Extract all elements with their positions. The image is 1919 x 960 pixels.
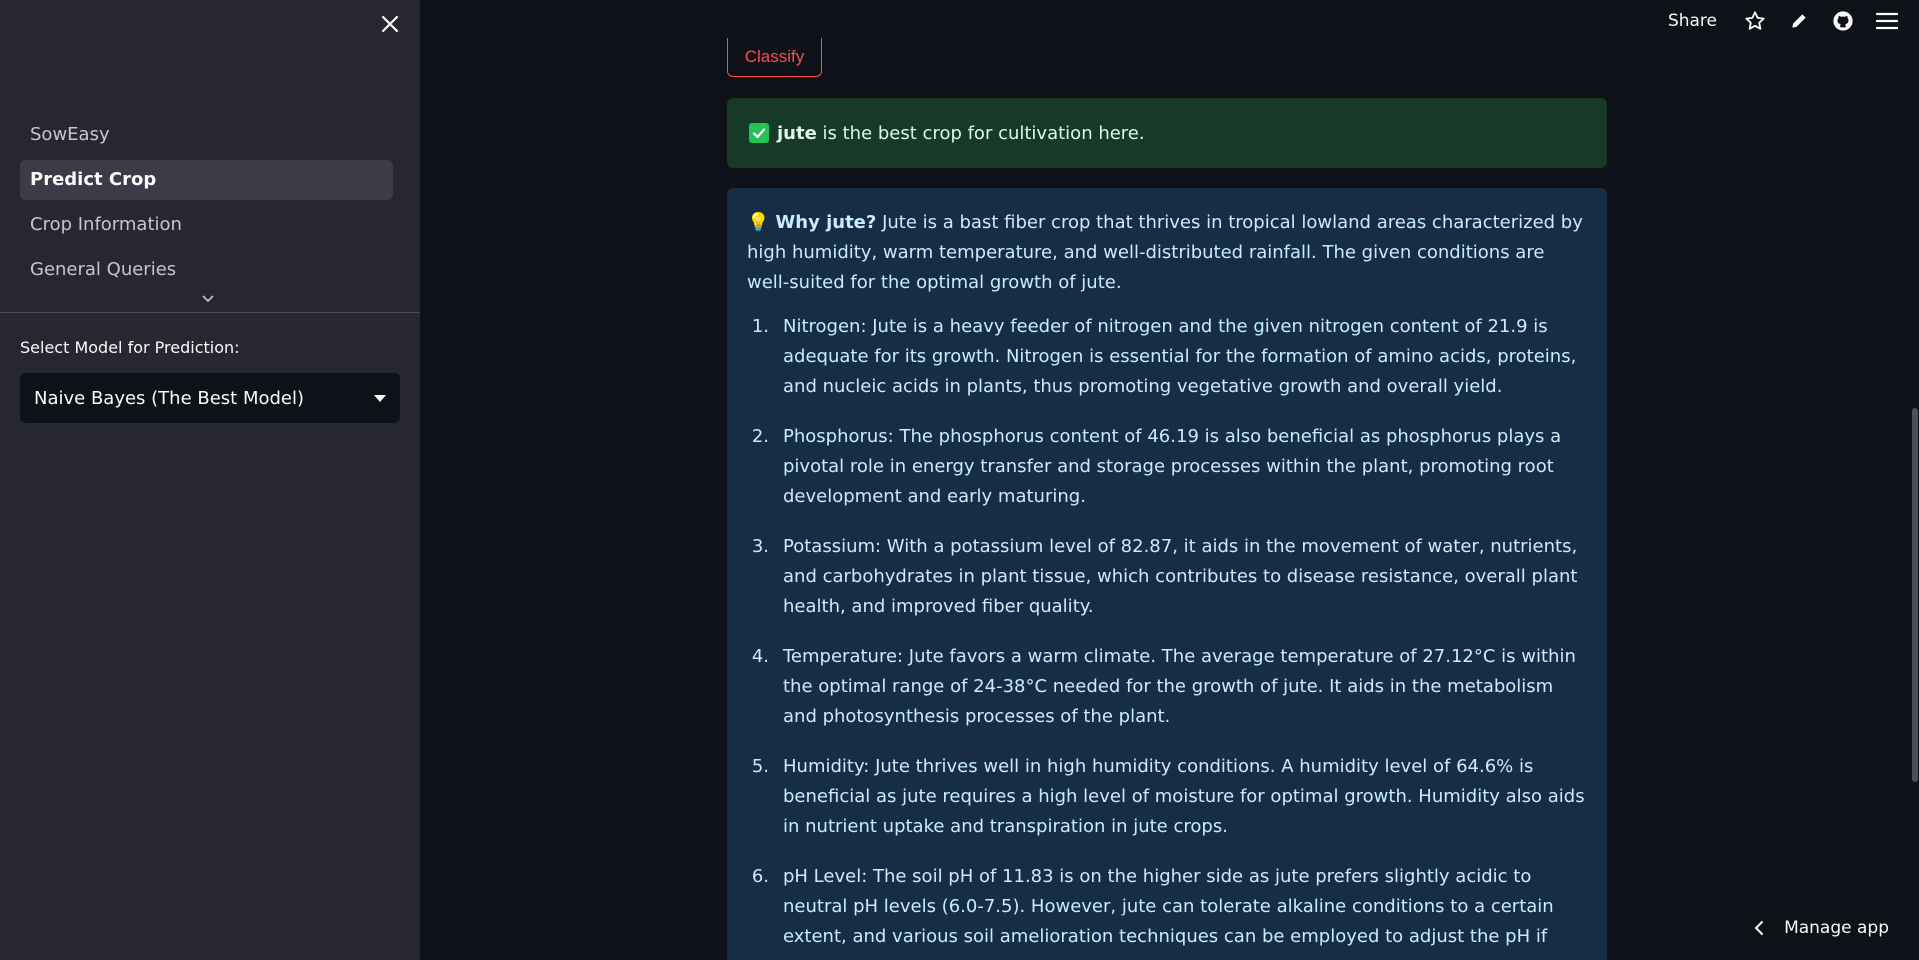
list-item-number: 4. bbox=[751, 646, 769, 667]
sidebar-item-soweasy[interactable]: SowEasy bbox=[20, 115, 393, 155]
scrollbar-thumb[interactable] bbox=[1912, 408, 1918, 782]
sidebar-item-general-queries[interactable]: General Queries bbox=[20, 250, 393, 290]
list-item-text: Nitrogen: Jute is a heavy feeder of nitr… bbox=[783, 316, 1577, 397]
sidebar-divider bbox=[0, 312, 420, 313]
edit-button[interactable] bbox=[1777, 0, 1821, 42]
chevron-down-icon bbox=[202, 295, 214, 303]
star-icon bbox=[1745, 11, 1765, 30]
success-alert: jute is the best crop for cultivation he… bbox=[727, 98, 1607, 168]
share-button[interactable]: Share bbox=[1668, 11, 1717, 31]
explanation-box: 💡 Why jute? Jute is a bast fiber crop tha… bbox=[727, 188, 1607, 960]
classify-button[interactable]: Classify bbox=[727, 38, 822, 77]
list-item-number: 6. bbox=[751, 866, 769, 887]
sidebar-nav: SowEasy Predict Crop Crop Information Ge… bbox=[20, 115, 393, 295]
model-select[interactable]: Naive Bayes (The Best Model) bbox=[20, 373, 400, 423]
close-sidebar-button[interactable] bbox=[376, 10, 404, 38]
list-item-text: pH Level: The soil pH of 11.83 is on the… bbox=[783, 866, 1554, 960]
nav-expand-button[interactable] bbox=[201, 292, 215, 306]
manage-app-label: Manage app bbox=[1784, 918, 1889, 938]
model-select-value: Naive Bayes (The Best Model) bbox=[34, 387, 305, 409]
explanation-intro: 💡 Why jute? Jute is a bast fiber crop tha… bbox=[747, 208, 1587, 298]
list-item: 4. Temperature: Jute favors a warm climat… bbox=[747, 642, 1587, 732]
check-icon bbox=[749, 123, 769, 143]
star-button[interactable] bbox=[1733, 0, 1777, 42]
list-item-number: 2. bbox=[751, 426, 769, 447]
manage-app-button[interactable]: Manage app bbox=[1754, 918, 1889, 938]
list-item-number: 3. bbox=[751, 536, 769, 557]
list-item-text: Phosphorus: The phosphorus content of 46… bbox=[783, 426, 1562, 507]
top-toolbar: Share bbox=[1668, 0, 1919, 42]
factor-list: 1. Nitrogen: Jute is a heavy feeder of ni… bbox=[747, 312, 1587, 960]
pencil-icon bbox=[1792, 14, 1806, 28]
page-scrollbar[interactable] bbox=[1911, 0, 1919, 960]
list-item: 2. Phosphorus: The phosphorus content of … bbox=[747, 422, 1587, 512]
sidebar: SowEasy Predict Crop Crop Information Ge… bbox=[0, 0, 420, 960]
list-item-text: Temperature: Jute favors a warm climate.… bbox=[783, 646, 1576, 727]
list-item: 1. Nitrogen: Jute is a heavy feeder of ni… bbox=[747, 312, 1587, 402]
success-message: is the best crop for cultivation here. bbox=[816, 122, 1145, 144]
chevron-left-icon bbox=[1754, 921, 1764, 935]
predicted-crop: jute bbox=[777, 122, 817, 144]
model-select-label: Select Model for Prediction: bbox=[20, 338, 240, 357]
list-item-text: Potassium: With a potassium level of 82.… bbox=[783, 536, 1578, 617]
caret-down-icon bbox=[374, 394, 386, 402]
github-button[interactable] bbox=[1821, 0, 1865, 42]
lightbulb-icon: 💡 bbox=[747, 212, 770, 233]
list-item: 5. Humidity: Jute thrives well in high hu… bbox=[747, 752, 1587, 842]
list-item-text: Humidity: Jute thrives well in high humi… bbox=[783, 756, 1585, 837]
close-icon bbox=[381, 15, 399, 33]
list-item: 3. Potassium: With a potassium level of 8… bbox=[747, 532, 1587, 622]
explanation-heading: Why jute? bbox=[775, 212, 877, 233]
main-menu-button[interactable] bbox=[1865, 0, 1909, 42]
list-item-number: 1. bbox=[751, 316, 769, 337]
list-item-number: 5. bbox=[751, 756, 769, 777]
hamburger-menu-icon bbox=[1876, 12, 1898, 30]
sidebar-item-predict-crop[interactable]: Predict Crop bbox=[20, 160, 393, 200]
sidebar-item-crop-information[interactable]: Crop Information bbox=[20, 205, 393, 245]
github-icon bbox=[1833, 11, 1853, 31]
list-item: 6. pH Level: The soil pH of 11.83 is on t… bbox=[747, 862, 1587, 960]
